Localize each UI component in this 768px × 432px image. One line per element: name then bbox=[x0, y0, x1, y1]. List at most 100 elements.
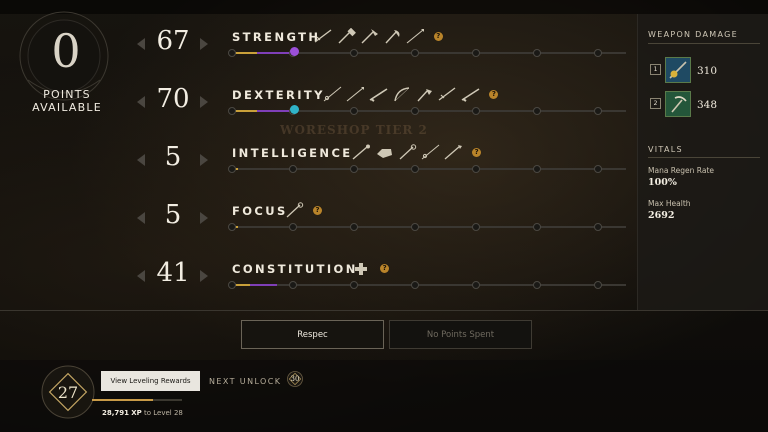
weapon-slot-2-damage: 348 bbox=[697, 99, 718, 111]
rapier-icon bbox=[421, 144, 440, 160]
milestone-node bbox=[411, 223, 420, 231]
max-health-value: 2692 bbox=[648, 210, 675, 221]
milestone-node bbox=[289, 281, 298, 289]
info-icon[interactable]: ? bbox=[380, 263, 390, 273]
axe-icon bbox=[385, 30, 400, 44]
milestone-node bbox=[411, 49, 420, 57]
strength-weapon-icons: ? bbox=[313, 27, 443, 45]
mana-regen-value: 100% bbox=[648, 177, 677, 188]
focus-value: 5 bbox=[164, 200, 182, 230]
increase-strength-arrow-icon[interactable] bbox=[200, 38, 208, 50]
info-icon[interactable]: ? bbox=[313, 205, 322, 215]
void-gauntlet-icon bbox=[377, 149, 393, 158]
attribute-row-constitution: 41 CONSTITUTION? bbox=[0, 254, 640, 304]
xp-target: to Level 28 bbox=[144, 409, 183, 417]
weapon-damage-rule bbox=[648, 43, 760, 44]
weapon-slot-1-damage: 310 bbox=[697, 65, 718, 77]
weapon-damage-title: WEAPON DAMAGE bbox=[648, 30, 738, 39]
milestone-node bbox=[594, 107, 603, 115]
milestone-node bbox=[411, 281, 420, 289]
info-icon[interactable]: ? bbox=[433, 31, 443, 41]
life-staff-icon bbox=[399, 144, 417, 160]
decrease-focus-arrow-icon[interactable] bbox=[137, 212, 145, 224]
milestone-node bbox=[228, 49, 236, 57]
hatchet-icon bbox=[417, 89, 433, 102]
milestone-node bbox=[228, 107, 236, 115]
increase-constitution-arrow-icon[interactable] bbox=[200, 270, 208, 282]
strength-progress-knob[interactable] bbox=[290, 47, 300, 56]
milestone-node bbox=[350, 281, 359, 289]
pickaxe-weapon-icon bbox=[666, 92, 690, 116]
constitution-progress-track bbox=[228, 281, 626, 289]
milestone-node bbox=[411, 165, 420, 173]
info-icon[interactable]: ? bbox=[472, 147, 482, 157]
life-staff-icon bbox=[286, 202, 304, 218]
dexterity-label: DEXTERITY bbox=[232, 88, 325, 102]
mana-regen-label: Mana Regen Rate bbox=[648, 166, 714, 175]
dexterity-progress-fill bbox=[232, 110, 296, 112]
watermark-text: WORESHOP TIER 2 bbox=[280, 123, 428, 137]
weapon-slot-2-label: 2 bbox=[650, 98, 661, 109]
decrease-intelligence-arrow-icon[interactable] bbox=[137, 154, 145, 166]
divider-line bbox=[0, 310, 768, 311]
no-points-spent-button[interactable]: No Points Spent bbox=[389, 320, 532, 349]
spear-icon bbox=[347, 87, 365, 102]
vitals-rule bbox=[648, 157, 760, 158]
dexterity-progress-track bbox=[228, 105, 626, 115]
milestone-node bbox=[472, 281, 481, 289]
constitution-value: 41 bbox=[156, 258, 190, 288]
weapon-slot-2[interactable] bbox=[665, 91, 691, 117]
bow-icon bbox=[394, 87, 410, 102]
health-cross-icon bbox=[355, 263, 368, 275]
war-hammer-icon bbox=[361, 29, 378, 44]
intelligence-value: 5 bbox=[164, 142, 182, 172]
intelligence-weapon-icons: ? bbox=[351, 143, 482, 161]
next-unlock-value: 30 bbox=[290, 375, 300, 383]
level-value: 27 bbox=[57, 383, 79, 402]
focus-progress-track bbox=[228, 223, 626, 231]
hammer-icon bbox=[338, 28, 356, 44]
musket-weapon-icon bbox=[666, 58, 690, 82]
increase-dexterity-arrow-icon[interactable] bbox=[200, 96, 208, 108]
focus-label: FOCUS bbox=[232, 204, 288, 218]
constitution-weapon-icons: ? bbox=[351, 259, 390, 277]
milestone-node bbox=[533, 49, 542, 57]
increase-focus-arrow-icon[interactable] bbox=[200, 212, 208, 224]
view-leveling-rewards-button[interactable]: View Leveling Rewards bbox=[101, 371, 200, 391]
strength-label: STRENGTH bbox=[232, 30, 321, 44]
milestone-node bbox=[533, 281, 542, 289]
milestone-node bbox=[594, 49, 603, 57]
respec-button[interactable]: Respec bbox=[241, 320, 384, 349]
intelligence-progress-track bbox=[228, 165, 626, 173]
decrease-constitution-arrow-icon[interactable] bbox=[137, 270, 145, 282]
xp-amount: 28,791 bbox=[102, 409, 130, 417]
dexterity-progress-knob[interactable] bbox=[290, 105, 300, 114]
focus-weapon-icons: ? bbox=[284, 201, 322, 219]
milestone-node bbox=[472, 49, 481, 57]
milestone-node bbox=[350, 223, 359, 231]
decrease-strength-arrow-icon[interactable] bbox=[137, 38, 145, 50]
decrease-dexterity-arrow-icon[interactable] bbox=[137, 96, 145, 108]
increase-intelligence-arrow-icon[interactable] bbox=[200, 154, 208, 166]
milestone-node bbox=[350, 49, 359, 57]
xp-to-next-level: 28,791 XP to Level 28 bbox=[102, 409, 183, 417]
vitals-title: VITALS bbox=[648, 145, 683, 154]
milestone-node bbox=[289, 165, 298, 173]
weapon-slot-1[interactable] bbox=[665, 57, 691, 83]
milestone-node bbox=[533, 223, 542, 231]
intelligence-label: INTELLIGENCE bbox=[232, 146, 353, 160]
xp-progress-track bbox=[92, 399, 182, 401]
dexterity-value: 70 bbox=[156, 84, 190, 114]
xp-unit: XP bbox=[131, 409, 142, 417]
attribute-row-focus: 5 FOCUS? bbox=[0, 196, 640, 246]
sword-icon bbox=[438, 87, 456, 101]
milestone-node bbox=[228, 281, 236, 289]
rapier-icon bbox=[324, 86, 342, 102]
strength-value: 67 bbox=[156, 26, 190, 56]
weapon-slot-1-label: 1 bbox=[650, 64, 661, 75]
milestone-node bbox=[472, 223, 481, 231]
milestone-node bbox=[411, 107, 420, 115]
milestone-node bbox=[289, 223, 298, 231]
info-icon[interactable]: ? bbox=[489, 89, 499, 99]
milestone-node bbox=[350, 165, 359, 173]
